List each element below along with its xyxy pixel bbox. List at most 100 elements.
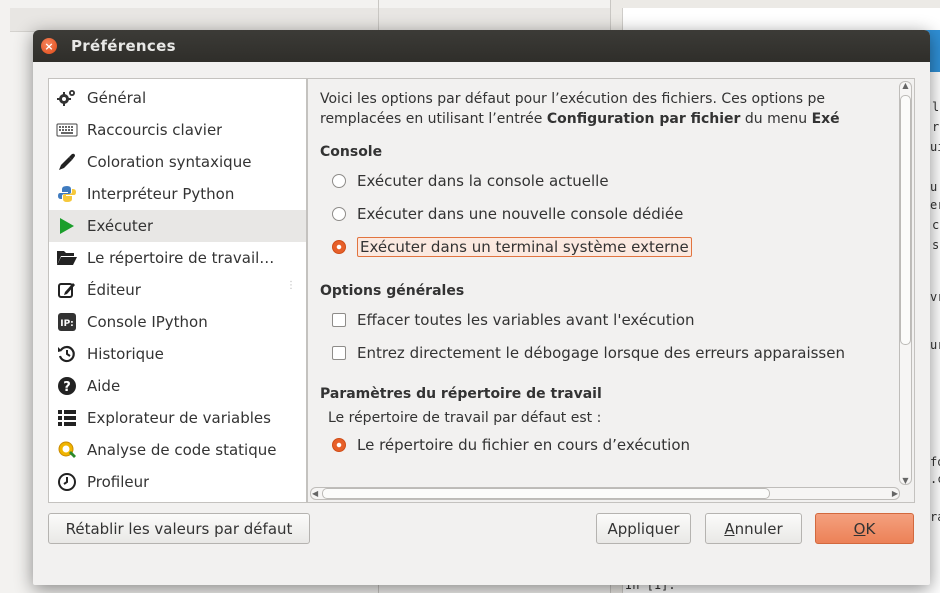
reset-defaults-button[interactable]: Rétablir les valeurs par défaut (48, 513, 310, 544)
preferences-dialog: × Préférences Général Raccourcis clavier… (33, 30, 930, 585)
dialog-titlebar[interactable]: × Préférences (33, 30, 930, 62)
clock-icon (56, 472, 78, 492)
preferences-sidebar: Général Raccourcis clavier Coloration sy… (48, 78, 307, 503)
cancel-label: nnuler (734, 519, 783, 538)
working-dir-subtitle: Le répertoire de travail par défaut est … (328, 410, 602, 426)
radio-label: Le répertoire du fichier en cours d’exéc… (357, 436, 691, 454)
run-settings-body: Voici les options par défaut pour l’exéc… (320, 89, 900, 460)
intro-text-part: remplacées en utilisant l’entrée (320, 111, 547, 127)
background-text: fo (930, 455, 940, 469)
edit-icon (56, 280, 78, 300)
background-text: r (932, 120, 940, 134)
scroll-left-icon[interactable]: ◀ (312, 487, 318, 500)
background-text: vr (930, 290, 940, 304)
run-settings-page: Voici les options par défaut pour l’exéc… (307, 78, 915, 503)
radio-current-console[interactable]: Exécuter dans la console actuelle (320, 164, 900, 197)
sidebar-item-python-interpreter[interactable]: Interpréteur Python (49, 178, 306, 210)
folder-open-icon (56, 248, 78, 268)
sidebar-item-working-directory[interactable]: Le répertoire de travail… (49, 242, 306, 274)
radio-button-selected[interactable] (332, 239, 346, 254)
svg-text:IP:: IP: (60, 319, 74, 329)
sidebar-item-label: Général (87, 89, 147, 107)
sidebar-item-label: Interpréteur Python (87, 185, 235, 203)
ok-mnemonic: O (853, 519, 866, 538)
background-text: er (930, 198, 940, 212)
gears-icon (56, 88, 78, 108)
sidebar-item-label: Historique (87, 345, 164, 363)
checkbox[interactable] (332, 345, 346, 360)
code-analysis-icon (56, 440, 78, 460)
general-options-title: Options générales (320, 283, 465, 299)
play-icon (56, 216, 78, 236)
sidebar-item-syntax-coloring[interactable]: Coloration syntaxique (49, 146, 306, 178)
sidebar-item-label: Raccourcis clavier (87, 121, 223, 139)
background-text: ui (930, 140, 940, 154)
sidebar-item-general[interactable]: Général (49, 82, 306, 114)
radio-label: Exécuter dans un terminal système extern… (357, 236, 692, 257)
list-icon (56, 408, 78, 428)
ipython-icon: IP: (56, 312, 78, 332)
checkbox[interactable] (332, 312, 346, 327)
python-icon (56, 184, 78, 204)
apply-button[interactable]: Appliquer (596, 513, 691, 544)
intro-text: Voici les options par défaut pour l’exéc… (320, 89, 900, 129)
intro-text-part: du menu (740, 111, 812, 127)
background-text: ra (930, 510, 940, 524)
scroll-thumb[interactable] (322, 488, 770, 499)
sidebar-item-label: Analyse de code statique (87, 441, 277, 459)
sidebar-item-variable-explorer[interactable]: Explorateur de variables (49, 402, 306, 434)
sidebar-item-label: Explorateur de variables (87, 409, 271, 427)
vertical-scrollbar[interactable]: ▲ ▼ (899, 81, 912, 485)
sidebar-item-label: Éditeur (87, 281, 141, 299)
svg-text:?: ? (63, 380, 71, 395)
sidebar-item-static-code-analysis[interactable]: Analyse de code statique (49, 434, 306, 466)
horizontal-scrollbar[interactable]: ◀ ▶ (310, 487, 900, 500)
sidebar-item-help[interactable]: ? Aide (49, 370, 306, 402)
sidebar-item-editor[interactable]: Éditeur (49, 274, 306, 306)
background-text: .c (930, 472, 940, 486)
keyboard-icon (56, 120, 78, 140)
cancel-button[interactable]: Annuler (705, 513, 802, 544)
help-icon: ? (56, 376, 78, 396)
intro-line-2: remplacées en utilisant l’entrée Configu… (320, 109, 900, 129)
radio-external-terminal[interactable]: Exécuter dans un terminal système extern… (320, 230, 900, 263)
sidebar-item-shortcuts[interactable]: Raccourcis clavier (49, 114, 306, 146)
sidebar-item-label: Exécuter (87, 217, 154, 235)
intro-text-bold: Configuration par fichier (546, 111, 741, 127)
sidebar-item-profiler[interactable]: Profileur (49, 466, 306, 498)
radio-label: Exécuter dans la console actuelle (357, 171, 609, 190)
checkbox-label: Effacer toutes les variables avant l'exé… (357, 310, 695, 329)
intro-line-1: Voici les options par défaut pour l’exéc… (320, 91, 826, 107)
ok-button[interactable]: OK (815, 513, 914, 544)
sidebar-item-ipython-console[interactable]: IP: Console IPython (49, 306, 306, 338)
radio-label: Exécuter dans une nouvelle console dédié… (357, 204, 684, 223)
scroll-down-icon[interactable]: ▼ (899, 476, 912, 485)
radio-button-selected[interactable] (332, 438, 346, 452)
cancel-mnemonic: A (724, 519, 735, 538)
close-button[interactable]: × (41, 38, 57, 54)
scroll-up-icon[interactable]: ▲ (899, 81, 912, 90)
radio-file-directory[interactable]: Le répertoire du fichier en cours d’exéc… (320, 430, 900, 460)
sidebar-item-label: Aide (87, 377, 121, 395)
eyedropper-icon (56, 152, 78, 172)
sidebar-item-history[interactable]: Historique (49, 338, 306, 370)
background-text: u (930, 180, 938, 194)
radio-new-dedicated-console[interactable]: Exécuter dans une nouvelle console dédié… (320, 197, 900, 230)
working-dir-title: Paramètres du répertoire de travail (320, 386, 602, 402)
background-text: c (932, 218, 940, 232)
radio-button[interactable] (332, 206, 346, 221)
history-icon (56, 344, 78, 364)
splitter-handle[interactable]: ⋮ (286, 280, 296, 291)
scroll-thumb[interactable] (900, 95, 911, 345)
dialog-title: Préférences (71, 37, 176, 55)
sidebar-item-label: Profileur (87, 473, 150, 491)
radio-button[interactable] (332, 173, 346, 188)
sidebar-item-run[interactable]: Exécuter (49, 210, 306, 242)
console-group-title: Console (320, 144, 383, 160)
background-tab-strip (10, 8, 610, 32)
ok-label: K (865, 519, 876, 538)
scroll-right-icon[interactable]: ▶ (892, 487, 898, 500)
checkbox-post-mortem-debug[interactable]: Entrez directement le débogage lorsque d… (320, 336, 900, 369)
background-text: ur (930, 338, 940, 352)
checkbox-clear-variables[interactable]: Effacer toutes les variables avant l'exé… (320, 303, 900, 336)
